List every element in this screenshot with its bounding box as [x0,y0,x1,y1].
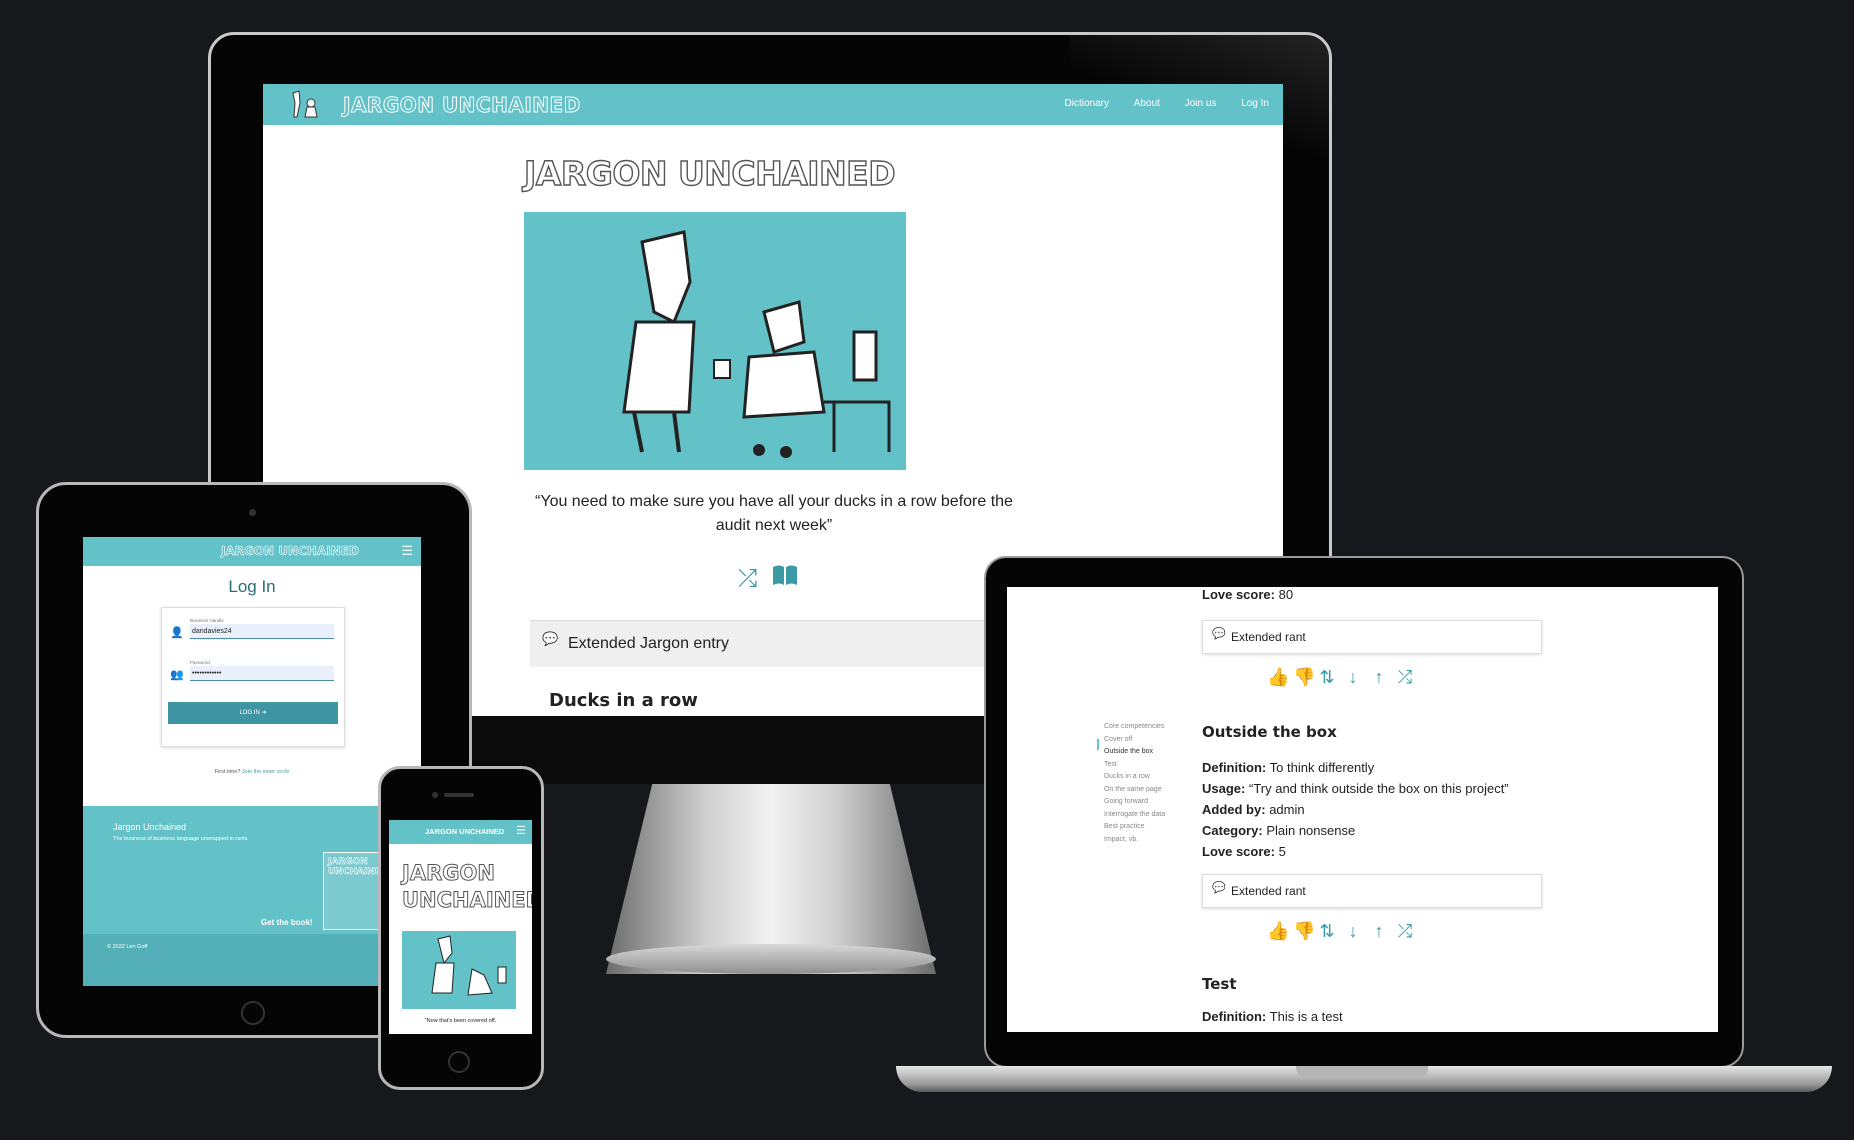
sidebar-item[interactable]: On the same page [1104,786,1165,799]
sidebar-item[interactable]: Interrogate the data [1104,811,1165,824]
thumbs-up-icon[interactable]: 👍 [1267,921,1289,942]
extended-rant-box[interactable]: 💬 Extended rant [1202,874,1542,908]
shuffle-icon[interactable]: ⤮ [1397,667,1413,688]
entry-definition: Definition: To think differently [1202,760,1375,775]
username-label: Business Handle [190,618,224,623]
logo-icon[interactable] [287,89,325,119]
login-button[interactable]: LOG IN ➜ [168,702,338,724]
sort-alpha-up-icon[interactable]: ↑ [1371,921,1387,942]
entry-love-score: Love score: 5 [1202,844,1286,859]
nav-brand[interactable]: JARGON UNCHAINED [343,93,581,118]
phone-speaker [444,793,474,797]
login-card: 👤 Business Handle dandavies24 👥 Password… [161,607,345,747]
sidebar-item[interactable]: Cover off [1104,736,1165,749]
nav-brand[interactable]: JARGON UNCHAINED [425,827,504,836]
extended-rant-box[interactable]: 💬 Extended rant [1202,620,1542,654]
sidebar-item[interactable]: Ducks in a row [1104,773,1165,786]
footer-tagline: The business of business language unwrap… [113,836,248,842]
phone-navbar: JARGON UNCHAINED ☰ [389,820,532,844]
page-title: JARGON UNCHAINED [401,861,532,913]
jargon-quote: “You need to make sure you have all your… [535,493,1013,534]
nav-link-join[interactable]: Join us [1185,98,1217,109]
vote-actions: 👍 👎 ⇅ ↓ ↑ ⤮ [1267,921,1423,942]
laptop-notch [1296,1066,1428,1078]
thumbs-down-icon[interactable]: 👎 [1293,921,1315,942]
jargon-quote: “Now that’s been covered off, [424,1018,497,1024]
phone-home-button [448,1051,470,1073]
desktop-navbar: JARGON UNCHAINED Dictionary About Join u… [263,84,1283,125]
speech-bubble-icon: 💬 [1212,882,1226,894]
join-link[interactable]: Join the inner circle [242,769,289,775]
get-book-link[interactable]: Get the book! [261,918,313,927]
tablet-navbar: JARGON UNCHAINED ☰ [83,537,421,566]
sort-alpha-down-icon[interactable]: ↓ [1345,667,1361,688]
shuffle-icon[interactable]: ⤮ [738,565,757,593]
monitor-stand-base [606,944,936,974]
vote-actions: 👍 👎 ⇅ ↓ ↑ ⤮ [1267,667,1423,688]
user-icon: 👤 [170,627,184,639]
nav-link-login[interactable]: Log In [1241,98,1269,109]
user-lock-icon: 👥 [170,669,184,681]
nav-brand[interactable]: JARGON UNCHAINED [221,544,359,559]
next-entry-title: Test [1202,975,1237,993]
tablet-screen: JARGON UNCHAINED ☰ Log In 👤 Business Han… [83,537,421,986]
sidebar-item[interactable]: Core competencies [1104,723,1165,736]
sort-alpha-down-icon[interactable]: ↓ [1345,921,1361,942]
thumbs-up-icon[interactable]: 👍 [1267,667,1289,688]
sidebar-item-active[interactable]: Outside the box [1104,748,1165,761]
nav-links: Dictionary About Join us Log In [1043,98,1269,109]
entry-category: Category: Plain nonsense [1202,823,1356,838]
love-score-top: Love score: 80 [1202,587,1294,602]
username-input[interactable]: dandavies24 [190,624,334,639]
sidebar-item[interactable]: Test [1104,761,1165,774]
entry-subtitle: Ducks in a row [549,690,698,711]
shuffle-icon[interactable]: ⤮ [1397,921,1413,942]
phone-camera [432,792,438,798]
speech-bubble-icon: 💬 [1212,628,1226,640]
quote-actions: ⤮ [738,564,808,593]
sidebar-item[interactable]: Going forward [1104,798,1165,811]
password-label: Password [190,660,210,665]
thumbs-down-icon[interactable]: 👎 [1293,667,1315,688]
hero-illustration [524,212,906,470]
sidebar-item[interactable]: Best practice [1104,823,1165,836]
footer-name: Jargon Unchained [113,822,187,832]
page-title: JARGON UNCHAINED [523,153,896,193]
tablet-camera [249,509,256,516]
hamburger-icon[interactable]: ☰ [401,543,413,559]
book-open-icon[interactable] [772,564,798,593]
book-cover[interactable]: JARGON UNCHAINED [323,852,389,930]
phone-screen: JARGON UNCHAINED ☰ JARGON UNCHAINED “Now… [389,820,532,1034]
hero-illustration [402,931,516,1009]
entry-usage: Usage: “Try and think outside the box on… [1202,781,1509,796]
sort-numeric-icon[interactable]: ⇅ [1319,921,1335,942]
speech-bubble-icon: 💬 [542,631,559,646]
sort-numeric-icon[interactable]: ⇅ [1319,667,1335,688]
laptop-screen: Love score: 80 💬 Extended rant 👍 👎 ⇅ ↓ ↑ ⤮ Co… [1007,587,1718,1032]
sort-alpha-up-icon[interactable]: ↑ [1371,667,1387,688]
entry-details: Definition: To think differently Usage: … [1202,757,1509,862]
extended-entry-title: Extended Jargon entry [568,635,729,652]
nav-link-about[interactable]: About [1134,98,1160,109]
next-entry-definition: Definition: This is a test [1202,1009,1343,1024]
extended-entry-header[interactable]: 💬 Extended Jargon entry [530,620,990,667]
tablet-home-button [241,1001,265,1025]
sidebar-nav: Core competencies Cover off Outside the … [1104,723,1165,848]
first-time-text: First time? Join the inner circle [214,769,290,775]
sidebar-active-marker [1097,739,1099,750]
login-title: Log In [228,577,276,596]
entry-added-by: Added by: admin [1202,802,1305,817]
hamburger-icon[interactable]: ☰ [516,824,526,837]
nav-link-dictionary[interactable]: Dictionary [1065,98,1109,109]
copyright-bar: © 2022 Len Goff [83,934,421,986]
entry-title: Outside the box [1202,723,1337,741]
password-input[interactable]: •••••••••••• [190,666,334,681]
sidebar-item[interactable]: Impact, vb. [1104,836,1165,849]
tablet-footer: Jargon Unchained The business of busines… [83,806,421,986]
